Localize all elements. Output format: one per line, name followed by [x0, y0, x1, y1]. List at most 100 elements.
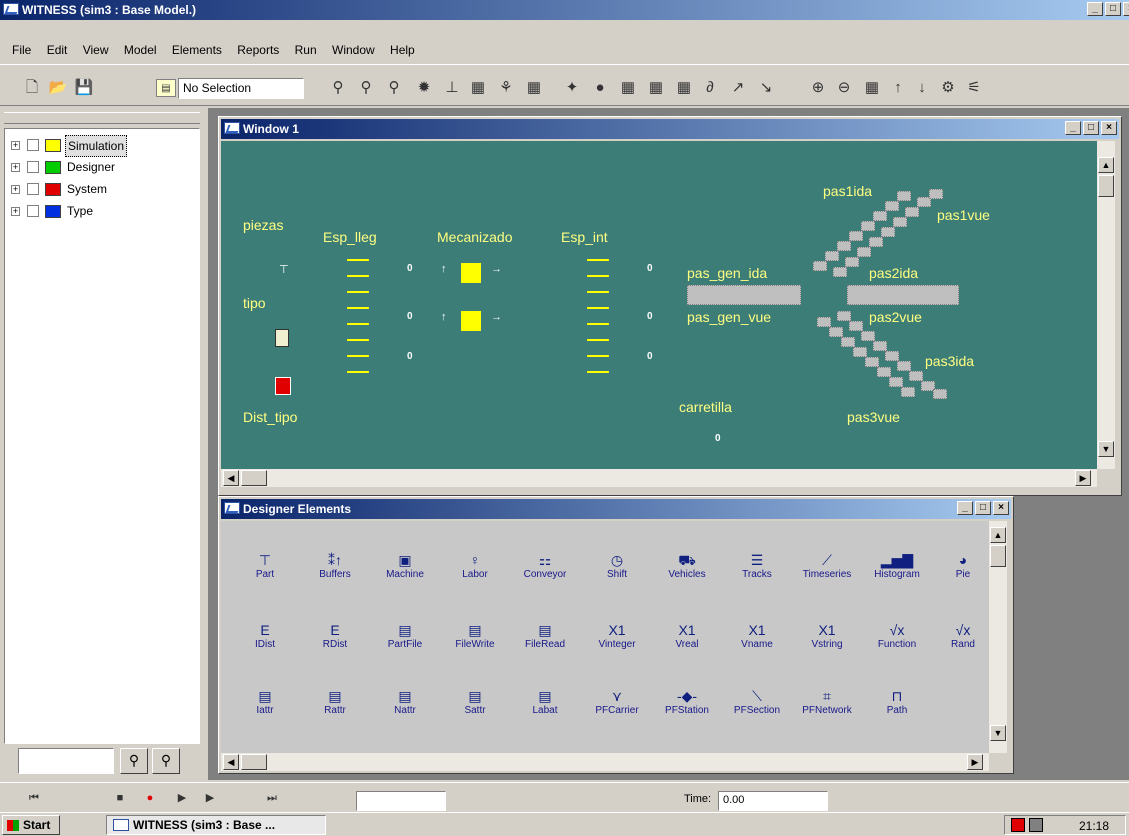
palette-item-rdist[interactable]: E RDist [301, 621, 369, 650]
scroll-down-button[interactable]: ▼ [990, 725, 1006, 741]
tray-icon-1[interactable] [1011, 818, 1025, 832]
palette-item-tracks[interactable]: ☰ Tracks [723, 551, 791, 580]
palette-item-pfsection[interactable]: ⟍ PFSection [723, 687, 791, 716]
scroll-left-button[interactable]: ◀ [223, 470, 239, 486]
scroll-thumb[interactable] [241, 470, 267, 486]
scroll-left-button[interactable]: ◀ [223, 754, 239, 770]
menu-window[interactable]: Window [326, 41, 381, 57]
palette-item-pfcarrier[interactable]: ⋎ PFCarrier [583, 687, 651, 716]
track-pas-gen[interactable] [687, 285, 801, 305]
tree-checkbox[interactable] [27, 183, 39, 195]
palette-item-vreal[interactable]: X1 Vreal [653, 621, 721, 650]
menu-elements[interactable]: Elements [166, 41, 228, 57]
palette-item-shift[interactable]: ◷ Shift [583, 551, 651, 580]
tool-icon-9[interactable]: ✦ [562, 79, 582, 97]
palette-item-labat[interactable]: ▤ Labat [511, 687, 579, 716]
menu-help[interactable]: Help [384, 41, 421, 57]
scroll-down-button[interactable]: ▼ [1098, 441, 1114, 457]
palette-item-vinteger[interactable]: X1 Vinteger [583, 621, 651, 650]
close-button[interactable]: × [1123, 2, 1129, 16]
machine-1[interactable] [461, 263, 481, 283]
palette-item-iattr[interactable]: ▤ Iattr [231, 687, 299, 716]
window-1-vscrollbar[interactable]: ▲ ▼ [1097, 141, 1115, 469]
tool-icon-7[interactable]: ⚘ [496, 79, 516, 97]
selection-tool-icon[interactable]: ▤ [156, 79, 176, 97]
scroll-thumb[interactable] [241, 754, 267, 770]
palette-item-timeseries[interactable]: ⟋ Timeseries [793, 551, 861, 580]
palette-item-histogram[interactable]: ▂▅▇ Histogram [863, 551, 931, 580]
tool-icon-12[interactable]: ▦ [646, 79, 666, 97]
tray-icon-2[interactable] [1029, 818, 1043, 832]
designer-vscrollbar[interactable]: ▲ ▼ [989, 521, 1007, 753]
palette-item-vehicles[interactable]: ⛟ Vehicles [653, 551, 721, 580]
part-icon[interactable]: ⊤ [279, 263, 289, 276]
start-button[interactable]: Start [2, 815, 60, 835]
expand-icon[interactable]: + [11, 163, 20, 172]
play-icon[interactable]: ▶ [200, 789, 220, 807]
tool-icon-8[interactable]: ▦ [524, 79, 544, 97]
tool-icon-16[interactable]: ↘ [756, 79, 776, 97]
tree-item-system[interactable]: + System [11, 179, 191, 199]
palette-item-part[interactable]: ⊤ Part [231, 551, 299, 580]
palette-item-filewrite[interactable]: ▤ FileWrite [441, 621, 509, 650]
palette-item-function[interactable]: √x Function [863, 621, 931, 650]
maximize-button[interactable]: □ [1105, 2, 1121, 16]
scroll-up-button[interactable]: ▲ [1098, 157, 1114, 173]
model-canvas[interactable]: piezas tipo Dist_tipo Esp_lleg Mecanizad… [221, 141, 1097, 469]
stop-icon[interactable]: ■ [110, 789, 130, 807]
tool-icon-14[interactable]: ∂ [700, 79, 720, 97]
scroll-right-button[interactable]: ▶ [1075, 470, 1091, 486]
tree-item-designer[interactable]: + Designer [11, 157, 191, 177]
tool-icon-2[interactable]: ⚲ [356, 79, 376, 97]
fast-forward-icon[interactable]: ⏭ [262, 789, 282, 807]
menu-reports[interactable]: Reports [231, 41, 285, 57]
zoom-in-icon[interactable]: ⊕ [808, 79, 828, 97]
window-1-close-button[interactable]: × [1101, 121, 1117, 135]
rewind-icon[interactable]: ⏮ [24, 789, 44, 807]
menu-run[interactable]: Run [289, 41, 323, 57]
run-speed-field[interactable] [356, 791, 446, 811]
palette-item-fileread[interactable]: ▤ FileRead [511, 621, 579, 650]
palette-item-idist[interactable]: E IDist [231, 621, 299, 650]
tree-item-type[interactable]: + Type [11, 201, 191, 221]
taskbar-task-witness[interactable]: WITNESS (sim3 : Base ... [106, 815, 326, 835]
move-up-icon[interactable]: ↑ [888, 79, 908, 97]
tree-action-button-1[interactable]: ⚲ [120, 748, 148, 774]
tree-action-button-2[interactable]: ⚲ [152, 748, 180, 774]
tree-item-simulation[interactable]: + Simulation [11, 135, 191, 157]
distribution-icon[interactable] [275, 377, 291, 395]
step-icon[interactable]: ▶ [172, 789, 192, 807]
palette-item-pie[interactable]: ◕ Pie [929, 551, 997, 580]
palette-item-vstring[interactable]: X1 Vstring [793, 621, 861, 650]
save-icon[interactable]: 💾 [74, 79, 94, 97]
expand-icon[interactable]: + [11, 207, 20, 216]
minimize-button[interactable]: _ [1087, 2, 1103, 16]
tool-icon-13[interactable]: ▦ [674, 79, 694, 97]
designer-hscrollbar[interactable]: ◀ ▶ [221, 753, 989, 771]
palette-item-conveyor[interactable]: ⚏ Conveyor [511, 551, 579, 580]
menu-view[interactable]: View [77, 41, 115, 57]
selection-field[interactable]: No Selection [178, 78, 304, 99]
move-down-icon[interactable]: ↓ [912, 79, 932, 97]
tool-icon-1[interactable]: ⚲ [328, 79, 348, 97]
scroll-thumb[interactable] [1098, 175, 1114, 197]
scroll-up-button[interactable]: ▲ [990, 527, 1006, 543]
tool-icon-17[interactable]: ▦ [862, 79, 882, 97]
palette-item-labor[interactable]: ♀ Labor [441, 551, 509, 580]
open-folder-icon[interactable]: 📂 [48, 79, 68, 97]
palette-item-sattr[interactable]: ▤ Sattr [441, 687, 509, 716]
tree-search-input[interactable] [18, 748, 114, 774]
expand-icon[interactable]: + [11, 185, 20, 194]
expand-icon[interactable]: + [11, 141, 20, 150]
element-tree[interactable]: + Simulation + Designer + System + Type [4, 128, 200, 744]
tool-icon-11[interactable]: ▦ [618, 79, 638, 97]
tool-icon-5[interactable]: ⊥ [442, 79, 462, 97]
palette-item-machine[interactable]: ▣ Machine [371, 551, 439, 580]
tree-checkbox[interactable] [27, 161, 39, 173]
palette-item-buffers[interactable]: ⁑↑ Buffers [301, 551, 369, 580]
track-pas2[interactable] [847, 285, 959, 305]
tool-icon-10[interactable]: ● [590, 79, 610, 97]
palette-item-rand[interactable]: √x Rand [929, 621, 997, 650]
new-file-icon[interactable]: 🗋 [22, 79, 42, 97]
palette-item-rattr[interactable]: ▤ Rattr [301, 687, 369, 716]
